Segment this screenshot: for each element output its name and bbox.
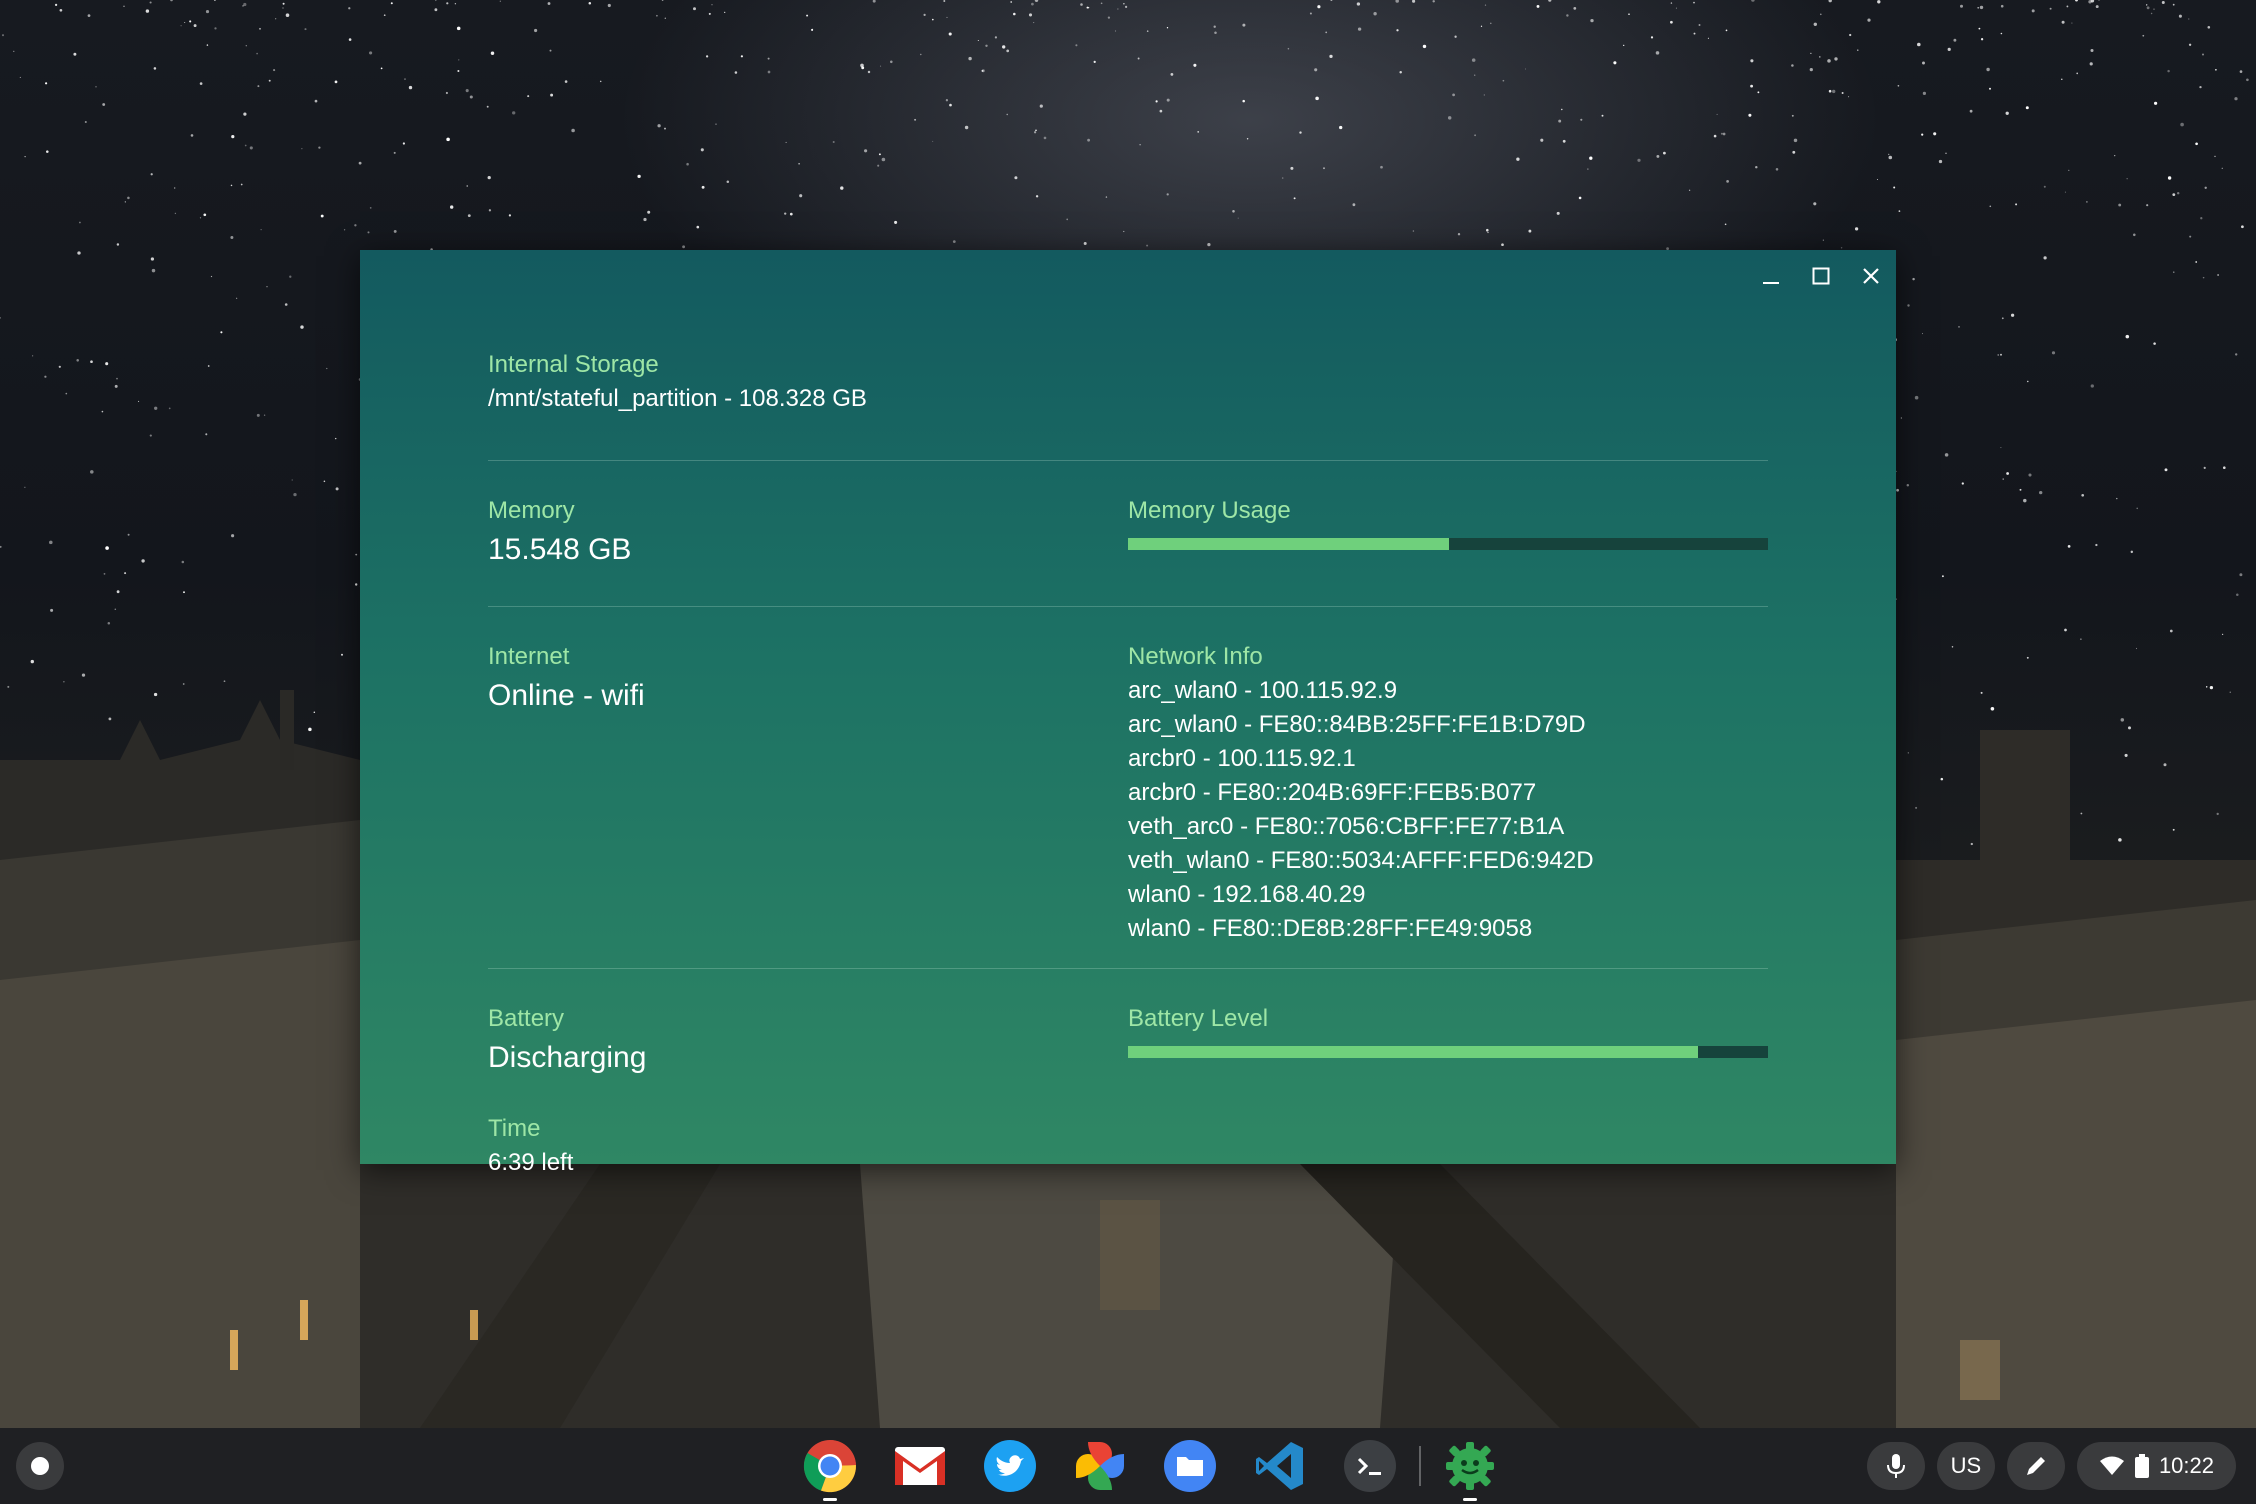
google-photos-app[interactable] xyxy=(1071,1437,1129,1495)
cog-app[interactable] xyxy=(1441,1437,1499,1501)
divider xyxy=(488,606,1768,607)
twitter-app[interactable] xyxy=(981,1437,1039,1495)
battery-icon xyxy=(2134,1454,2149,1478)
memory-usage-label: Memory Usage xyxy=(1128,497,1291,524)
network-info-list: arc_wlan0 - 100.115.92.9 arc_wlan0 - FE8… xyxy=(1128,674,1768,946)
stylus-tools-button[interactable] xyxy=(2006,1442,2065,1490)
chrome-icon xyxy=(803,1440,856,1493)
system-info-window: Internal Storage /mnt/stateful_partition… xyxy=(360,250,1896,1176)
memory-value: 15.548 GB xyxy=(488,533,632,566)
maximize-icon xyxy=(1812,267,1830,285)
files-app[interactable] xyxy=(1161,1437,1219,1495)
battery-level-bar xyxy=(1128,1046,1768,1058)
twitter-icon xyxy=(984,1440,1036,1492)
stylus-icon xyxy=(2026,1457,2045,1475)
clock-time: 10:22 xyxy=(2158,1453,2214,1478)
internet-value: Online - wifi xyxy=(488,679,645,712)
network-info-line: wlan0 - 192.168.40.29 xyxy=(1128,881,1366,908)
minimize-button[interactable] xyxy=(1746,250,1796,302)
minimize-icon xyxy=(1763,282,1779,284)
memory-label: Memory xyxy=(488,497,575,524)
gmail-icon xyxy=(895,1447,945,1485)
network-info-line: arcbr0 - 100.115.92.1 xyxy=(1128,745,1356,772)
terminal-app[interactable] xyxy=(1341,1437,1399,1495)
shelf: US 10:22 xyxy=(0,1428,2256,1504)
storage-value: /mnt/stateful_partition - 108.328 GB xyxy=(488,385,867,412)
battery-section: Battery Discharging Time 6:39 left Batte… xyxy=(488,992,1768,1176)
network-info-line: veth_wlan0 - FE80::5034:AFFF:FED6:942D xyxy=(1128,847,1594,874)
wifi-icon xyxy=(2099,1456,2124,1475)
network-info-line: arcbr0 - FE80::204B:69FF:FEB5:B077 xyxy=(1128,779,1537,806)
divider xyxy=(488,968,1768,969)
vscode-icon xyxy=(1256,1442,1303,1490)
terminal-icon xyxy=(1344,1440,1396,1492)
maximize-button[interactable] xyxy=(1796,250,1846,302)
network-info-line: veth_arc0 - FE80::7056:CBFF:FE77:B1A xyxy=(1128,813,1565,840)
system-status-button[interactable]: 10:22 xyxy=(2076,1442,2236,1490)
battery-value: Discharging xyxy=(488,1041,647,1074)
dictation-button[interactable] xyxy=(1866,1442,1925,1490)
memory-section: Memory 15.548 GB Memory Usage xyxy=(488,484,1768,594)
vscode-app[interactable] xyxy=(1251,1437,1309,1495)
time-value: 6:39 left xyxy=(488,1149,574,1176)
memory-usage-bar xyxy=(1128,538,1768,550)
memory-usage-fill xyxy=(1128,538,1450,550)
close-icon xyxy=(1863,268,1879,284)
close-button[interactable] xyxy=(1846,250,1896,302)
launcher-icon xyxy=(31,1457,49,1475)
chrome-app[interactable] xyxy=(801,1437,859,1501)
storage-section: Internal Storage /mnt/stateful_partition… xyxy=(488,302,1768,416)
window-controls xyxy=(1746,250,1896,302)
battery-level-label: Battery Level xyxy=(1128,1005,1269,1032)
network-info-line: arc_wlan0 - FE80::84BB:25FF:FE1B:D79D xyxy=(1128,711,1586,738)
cog-app-icon xyxy=(1446,1442,1494,1490)
keyboard-layout-label: US xyxy=(1950,1453,1982,1478)
microphone-icon xyxy=(1886,1454,1905,1478)
internet-label: Internet xyxy=(488,643,570,670)
shelf-separator xyxy=(1419,1446,1421,1486)
divider xyxy=(488,460,1768,461)
files-icon xyxy=(1164,1440,1216,1492)
storage-label: Internal Storage xyxy=(488,351,659,378)
network-section: Internet Online - wifi Network Info arc_… xyxy=(488,630,1768,942)
launcher-button[interactable] xyxy=(16,1442,64,1490)
google-photos-icon xyxy=(1076,1442,1124,1490)
gmail-app[interactable] xyxy=(891,1437,949,1495)
battery-level-fill xyxy=(1128,1046,1698,1058)
status-tray: US 10:22 xyxy=(1855,1442,2236,1490)
shelf-apps xyxy=(785,1437,1515,1501)
time-label: Time xyxy=(488,1115,541,1142)
network-info-line: arc_wlan0 - 100.115.92.9 xyxy=(1128,677,1398,704)
keyboard-layout-button[interactable]: US xyxy=(1936,1442,1995,1490)
network-info-line: wlan0 - FE80::DE8B:28FF:FE49:9058 xyxy=(1128,915,1533,942)
battery-label: Battery xyxy=(488,1005,565,1032)
network-info-label: Network Info xyxy=(1128,643,1263,670)
